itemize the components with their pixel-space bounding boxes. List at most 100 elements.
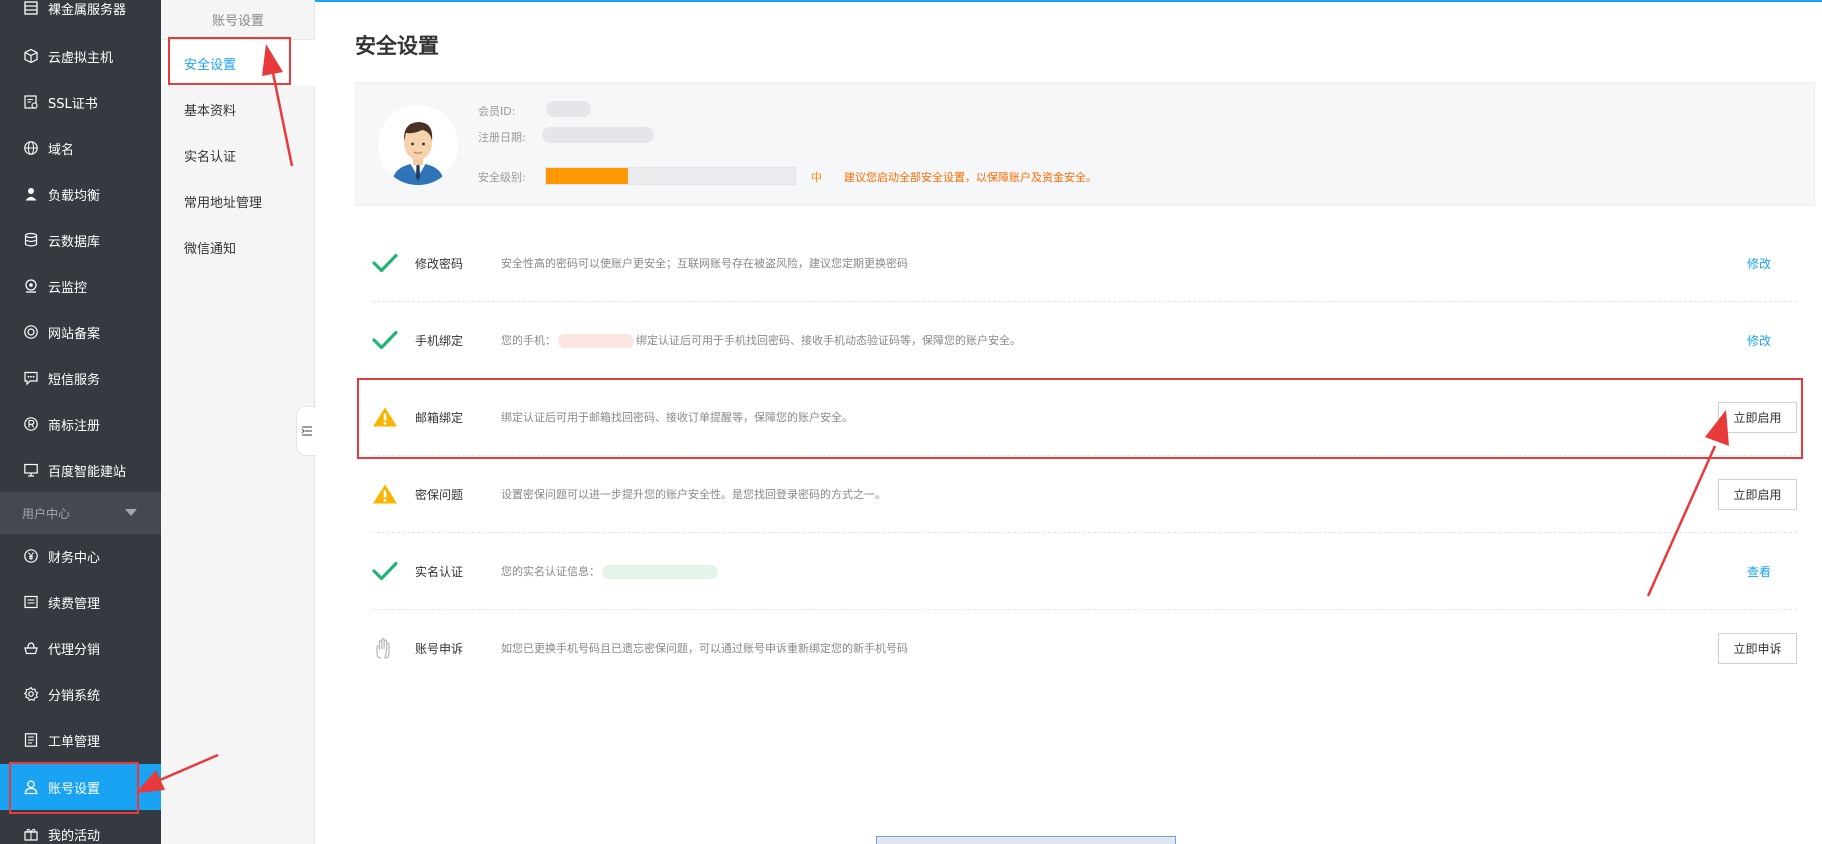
- sidebar-item-label: 云数据库: [48, 234, 101, 250]
- security-row-realname: 实名认证 您的实名认证信息： 查看: [372, 533, 1797, 610]
- ticket-icon: [22, 731, 40, 749]
- agent-icon: [22, 639, 40, 657]
- desc-text: 绑定认证后可用于手机找回密码、接收手机动态验证码等，保障您的账户安全。: [636, 334, 1021, 347]
- check-icon: [372, 253, 398, 273]
- row-name: 密保问题: [415, 488, 464, 502]
- modify-password-link[interactable]: 修改: [1747, 255, 1771, 272]
- subnav-item-address[interactable]: 常用地址管理: [161, 178, 315, 224]
- chevron-down-icon: [125, 509, 137, 516]
- sidebar-item-agent[interactable]: 代理分销: [0, 626, 161, 670]
- security-row-password: 修改密码 安全性高的密码可以使账户更安全；互联网账号存在被盗风险，建议您定期更换…: [372, 225, 1797, 302]
- desc-prefix: 您的手机：: [501, 334, 556, 347]
- row-name: 账号申诉: [415, 642, 464, 656]
- row-description: 您的实名认证信息：: [501, 563, 720, 579]
- appeal-button[interactable]: 立即申诉: [1718, 633, 1797, 664]
- sidebar-item-label: 云监控: [48, 280, 88, 296]
- row-description: 您的手机： 绑定认证后可用于手机找回密码、接收手机动态验证码等，保障您的账户安全。: [501, 332, 1021, 348]
- globe-icon: [22, 139, 40, 157]
- row-description: 如您已更换手机号码且已遗忘密保问题，可以通过账号申诉重新绑定您的新手机号码: [501, 642, 908, 655]
- security-level-hint: 建议您启动全部安全设置，以保障账户及资金安全。: [844, 171, 1097, 184]
- annotation-box-security: [168, 37, 291, 85]
- sidebar-section-user-center[interactable]: 用户中心: [0, 492, 161, 534]
- sidebar-item-label: 续费管理: [48, 596, 101, 612]
- sidebar-item-database[interactable]: 云数据库: [0, 218, 161, 262]
- row-name: 实名认证: [415, 565, 464, 579]
- sidebar-item-bare-metal[interactable]: 裸金属服务器: [0, 0, 161, 30]
- renew-icon: [22, 593, 40, 611]
- sidebar-item-label: 我的活动: [48, 828, 101, 844]
- sidebar-item-label: 分销系统: [48, 688, 101, 704]
- sidebar-item-activities[interactable]: 我的活动: [0, 812, 161, 844]
- sidebar-item-label: 短信服务: [48, 372, 101, 388]
- subnav-item-realname[interactable]: 实名认证: [161, 132, 315, 178]
- security-row-question: 密保问题 设置密保问题可以进一步提升您的账户安全性。是您找回登录密码的方式之一。…: [372, 456, 1797, 533]
- sidebar-item-trademark[interactable]: 商标注册: [0, 402, 161, 446]
- sidebar-item-monitor[interactable]: 云监控: [0, 264, 161, 308]
- sidebar-item-tickets[interactable]: 工单管理: [0, 718, 161, 762]
- sidebar-item-label: 商标注册: [48, 418, 101, 434]
- subnav-item-wechat[interactable]: 微信通知: [161, 224, 315, 270]
- sidebar-item-sms[interactable]: 短信服务: [0, 356, 161, 400]
- subnav-item-profile[interactable]: 基本资料: [161, 86, 315, 132]
- security-row-phone: 手机绑定 您的手机： 绑定认证后可用于手机找回密码、接收手机动态验证码等，保障您的…: [372, 302, 1797, 379]
- check-icon: [372, 561, 398, 581]
- sidebar-item-label: 网站备案: [48, 326, 101, 342]
- sidebar-item-label: 负载均衡: [48, 188, 101, 204]
- security-level-label: 安全级别:: [478, 171, 526, 184]
- taskbar-fragment: [876, 836, 1176, 844]
- row-description: 设置密保问题可以进一步提升您的账户安全性。是您找回登录密码的方式之一。: [501, 488, 886, 501]
- sidebar-item-renew[interactable]: 续费管理: [0, 580, 161, 624]
- record-icon: [22, 323, 40, 341]
- collapse-subnav-button[interactable]: [296, 406, 316, 456]
- sidebar-item-domain[interactable]: 域名: [0, 126, 161, 170]
- member-id-redacted: [546, 101, 591, 117]
- avatar: [378, 105, 458, 185]
- trademark-icon: [22, 415, 40, 433]
- gear-icon: [22, 685, 40, 703]
- profile-card: 会员ID: 注册日期: 安全级别: 中 建议您启动全部安全设置，以保障账户及资金…: [355, 82, 1815, 206]
- enable-question-button[interactable]: 立即启用: [1718, 479, 1797, 510]
- sidebar-item-virtual-host[interactable]: 云虚拟主机: [0, 34, 161, 78]
- desktop-icon: [22, 461, 40, 479]
- phone-redacted: [558, 334, 634, 348]
- cube-icon: [22, 47, 40, 65]
- database-icon: [22, 231, 40, 249]
- sidebar-item-label: 域名: [48, 142, 75, 158]
- sidebar-item-label: 代理分销: [48, 642, 101, 658]
- sidebar-item-distribution[interactable]: 分销系统: [0, 672, 161, 716]
- sidebar-item-label: 百度智能建站: [48, 464, 127, 480]
- yen-icon: [22, 547, 40, 565]
- sidebar-item-label: SSL证书: [48, 96, 98, 112]
- warning-icon: [373, 484, 397, 504]
- account-subnav: 账号设置 安全设置 基本资料 实名认证 常用地址管理 微信通知: [161, 0, 315, 844]
- sidebar-item-finance[interactable]: 财务中心: [0, 534, 161, 578]
- member-id-label: 会员ID:: [478, 105, 516, 118]
- balance-icon: [22, 185, 40, 203]
- sidebar-item-label: 云虚拟主机: [48, 50, 114, 66]
- sidebar-item-record[interactable]: 网站备案: [0, 310, 161, 354]
- server-icon: [22, 0, 40, 17]
- app-root: 裸金属服务器 云虚拟主机 SSL证书 域名 负载均衡 云数据库 云监控 网站备案…: [0, 0, 1822, 844]
- annotation-box-account: [9, 762, 139, 814]
- sidebar-item-label: 工单管理: [48, 734, 101, 750]
- gift-icon: [22, 825, 40, 843]
- reg-date-redacted: [542, 127, 654, 143]
- annotation-box-email-row: [357, 378, 1803, 459]
- view-realname-link[interactable]: 查看: [1747, 563, 1771, 580]
- row-description: 安全性高的密码可以使账户更安全；互联网账号存在被盗风险，建议您定期更换密码: [501, 257, 908, 270]
- security-row-appeal: 账号申诉 如您已更换手机号码且已遗忘密保问题，可以通过账号申诉重新绑定您的新手机…: [372, 610, 1797, 687]
- security-level-bar: [545, 167, 796, 185]
- sidebar-item-ssl[interactable]: SSL证书: [0, 80, 161, 124]
- check-icon: [372, 330, 398, 350]
- list-collapse-icon: [301, 426, 312, 436]
- modify-phone-link[interactable]: 修改: [1747, 332, 1771, 349]
- page-title: 安全设置: [355, 34, 439, 58]
- security-level-fill: [546, 168, 629, 184]
- sidebar-item-site-builder[interactable]: 百度智能建站: [0, 448, 161, 492]
- section-label: 用户中心: [22, 506, 71, 521]
- sidebar-item-load-balance[interactable]: 负载均衡: [0, 172, 161, 216]
- monitor-icon: [22, 277, 40, 295]
- row-name: 手机绑定: [415, 334, 464, 348]
- sidebar-item-label: 财务中心: [48, 550, 101, 566]
- hand-icon: [376, 638, 390, 659]
